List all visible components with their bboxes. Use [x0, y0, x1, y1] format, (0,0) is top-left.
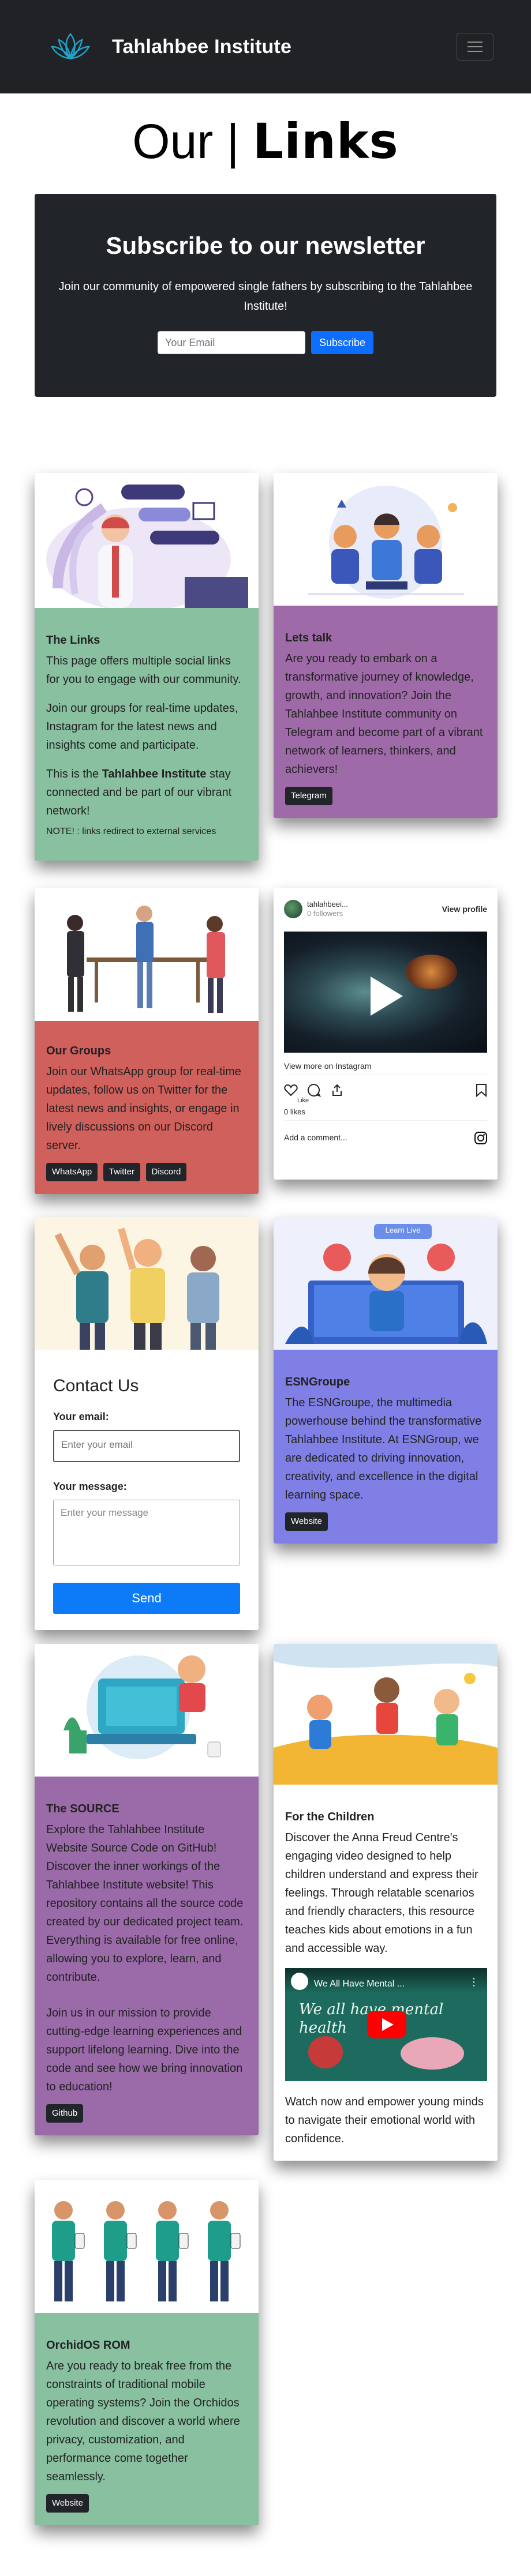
orchid-card-title: OrchidOS ROM: [46, 2339, 130, 2352]
title-separator: |: [226, 114, 240, 168]
telegram-button[interactable]: Telegram: [285, 787, 332, 805]
children-playing-illustration: [274, 1644, 498, 1785]
orchid-website-button[interactable]: Website: [46, 2494, 89, 2513]
esn-card-text: The ESNGroupe, the multimedia powerhouse…: [285, 1396, 482, 1501]
groups-card: Our Groups Join our WhatsApp group for r…: [35, 888, 259, 1194]
hamburger-icon: [468, 42, 483, 43]
orchid-card-body: OrchidOS ROM Are you ready to break free…: [35, 2313, 259, 2525]
contact-message-textarea[interactable]: Enter your message: [53, 1500, 240, 1565]
newsletter-email-input[interactable]: Your Email: [157, 331, 305, 354]
esn-card-title: ESNGroupe: [285, 1376, 350, 1388]
youtube-play-button[interactable]: [367, 2011, 406, 2038]
brand-name[interactable]: Tahlahbee Institute: [112, 36, 291, 58]
likes-count: 0 likes: [284, 1107, 305, 1116]
discord-button[interactable]: Discord: [145, 1163, 187, 1181]
links-card-p3: This is the Tahlahbee Institute stay con…: [46, 768, 232, 817]
esn-card: Learn Live ESNGroupe The ESNGroupe, the …: [274, 1217, 498, 1544]
instagram-icon[interactable]: [474, 1132, 487, 1144]
twitter-button[interactable]: Twitter: [103, 1163, 140, 1181]
letstalk-card-text: Are you ready to embark on a transformat…: [285, 652, 483, 776]
channel-avatar: [291, 1973, 308, 1990]
instagram-post: tahlahbeei... 0 followers View profile: [274, 888, 498, 930]
avatar[interactable]: [284, 900, 302, 918]
letstalk-card-title: Lets talk: [285, 632, 332, 644]
children-card-body: For the Children Discover the Anna Freud…: [274, 1785, 498, 2161]
contact-email-input[interactable]: Enter your email: [53, 1430, 240, 1462]
contact-heading: Contact Us: [53, 1376, 139, 1395]
orchid-card-text: Are you ready to break free from the con…: [46, 2360, 240, 2483]
lotus-logo-icon: [50, 33, 91, 60]
links-card: The Links This page offers multiple soci…: [35, 473, 259, 861]
like-label: Like: [297, 1097, 309, 1104]
play-icon: [382, 2018, 394, 2031]
children-card-text: Discover the Anna Freud Centre's engagin…: [285, 1831, 478, 1955]
view-more-link[interactable]: View more on Instagram: [284, 1061, 371, 1071]
online-learning-illustration: Learn Live: [274, 1217, 498, 1350]
instagram-actions: [284, 1083, 344, 1097]
letstalk-card-body: Lets talk Are you ready to embark on a t…: [274, 606, 498, 818]
letstalk-card: Lets talk Are you ready to embark on a t…: [274, 473, 498, 818]
phones-people-illustration: [35, 2180, 259, 2313]
learn-live-label: Learn Live: [385, 1226, 421, 1234]
menu-toggle-button[interactable]: [457, 33, 493, 61]
title-part2: Links: [252, 113, 399, 170]
links-card-p1: This page offers multiple social links f…: [46, 655, 241, 686]
contact-card: Contact Us Your email: Enter your email …: [35, 1217, 259, 1630]
contact-form: Contact Us Your email: Enter your email …: [35, 1350, 259, 1630]
source-card-title: The SOURCE: [46, 1803, 119, 1815]
newsletter-section: Subscribe to our newsletter Join our com…: [35, 194, 496, 397]
github-button[interactable]: Github: [46, 2104, 84, 2123]
newsletter-text: Join our community of empowered single f…: [58, 280, 473, 313]
children-card-title: For the Children: [285, 1811, 375, 1823]
brand[interactable]: Tahlahbee Institute: [47, 29, 291, 64]
subscribe-button[interactable]: Subscribe: [311, 331, 374, 354]
children-card-after: Watch now and empower young minds to nav…: [285, 2096, 484, 2145]
groups-card-body: Our Groups Join our WhatsApp group for r…: [35, 1021, 259, 1194]
instagram-embed: tahlahbeei... 0 followers View profile V…: [274, 888, 498, 1180]
view-profile-link[interactable]: View profile: [442, 904, 487, 914]
cheering-friends-illustration: [35, 1217, 259, 1350]
instagram-user[interactable]: tahlahbeei... 0 followers: [307, 900, 348, 918]
email-label: Your email:: [53, 1411, 109, 1422]
esn-website-button[interactable]: Website: [285, 1512, 328, 1531]
youtube-video-embed[interactable]: We All Have Mental ... ⋮ We all have men…: [285, 1968, 487, 2081]
video-title: We All Have Mental ...: [314, 1979, 405, 1989]
team-discussion-illustration: [274, 473, 498, 606]
children-card: For the Children Discover the Anna Freud…: [274, 1644, 498, 2161]
newsletter-heading: Subscribe to our newsletter: [106, 232, 425, 259]
source-card: The SOURCE Explore the Tahlahbee Institu…: [35, 1644, 259, 2135]
message-label: Your message:: [53, 1481, 127, 1492]
links-card-title: The Links: [46, 634, 100, 647]
navbar: Tahlahbee Institute: [0, 0, 531, 93]
coding-workspace-illustration: [35, 1644, 259, 1777]
links-card-p2: Join our groups for real-time updates, I…: [46, 702, 238, 752]
more-options-icon[interactable]: ⋮: [469, 1973, 479, 1991]
orchid-card: OrchidOS ROM Are you ready to break free…: [35, 2180, 259, 2525]
groups-card-text: Join our WhatsApp group for real-time up…: [46, 1065, 241, 1152]
instagram-header: tahlahbeei... 0 followers View profile: [284, 896, 487, 922]
title-part1: Our: [132, 114, 214, 168]
comment-icon[interactable]: [307, 1083, 321, 1097]
newsletter-form: Your Email Subscribe: [35, 331, 496, 354]
share-icon[interactable]: [330, 1083, 344, 1097]
add-comment-input[interactable]: Add a comment...: [284, 1133, 347, 1142]
heart-icon[interactable]: [284, 1084, 298, 1097]
source-card-body: The SOURCE Explore the Tahlahbee Institu…: [35, 1777, 259, 2135]
groups-card-title: Our Groups: [46, 1045, 111, 1057]
bookmark-icon[interactable]: [476, 1083, 487, 1097]
whatsapp-button[interactable]: WhatsApp: [46, 1163, 98, 1181]
esn-card-body: ESNGroupe The ESNGroupe, the multimedia …: [274, 1350, 498, 1544]
page-title: Our | Links: [0, 110, 531, 173]
play-icon: [371, 977, 403, 1016]
links-card-note: NOTE! : links redirect to external servi…: [46, 827, 216, 836]
customer-support-illustration: [35, 473, 259, 608]
source-card-p1: Explore the Tahlahbee Institute Website …: [46, 1823, 244, 1984]
instagram-media[interactable]: [284, 932, 487, 1053]
send-button[interactable]: Send: [53, 1583, 240, 1614]
links-card-body: The Links This page offers multiple soci…: [35, 608, 259, 861]
source-card-p2: Join us in our mission to provide cuttin…: [46, 2007, 243, 2093]
group-meeting-illustration: [35, 888, 259, 1021]
